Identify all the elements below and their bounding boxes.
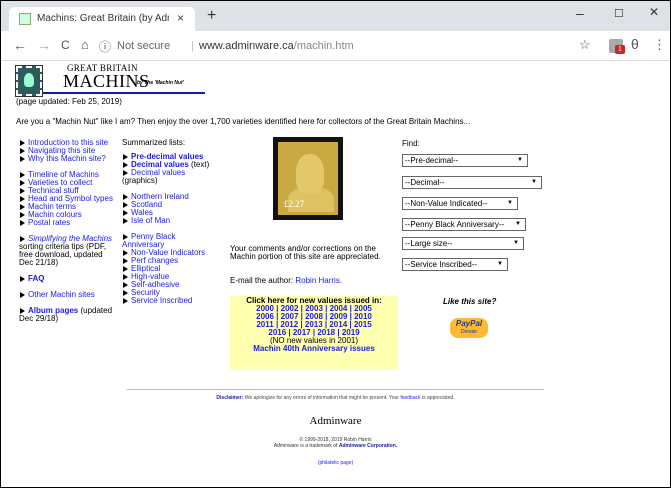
divider xyxy=(127,389,544,390)
graphics-note: (graphics) xyxy=(122,176,158,185)
address-bar[interactable]: ⓘ Not secure | www.adminware.ca/machin.h… xyxy=(95,35,565,57)
chevron-down-icon: ▼ xyxy=(497,261,503,267)
album-updated-date: Dec 29/18) xyxy=(19,314,59,323)
link-philatelic-page[interactable]: (philatelic page) xyxy=(227,460,444,466)
byline: by The 'Machin Nut' xyxy=(137,80,184,86)
reload-icon[interactable]: C xyxy=(61,38,70,52)
browser-tab[interactable]: Machins: Great Britain (by Admin × xyxy=(9,7,195,31)
link-album-pages[interactable]: Album pages xyxy=(28,306,78,315)
link-email-author[interactable]: Robin Harris. xyxy=(295,276,342,285)
link-penny-black[interactable]: Penny Black xyxy=(131,232,175,241)
trademark-text: Adminware is a trademark of xyxy=(273,443,338,449)
close-window-button[interactable]: ✕ xyxy=(649,5,659,19)
paypal-donate-button[interactable]: PayPal Donate xyxy=(450,318,488,338)
link-feedback[interactable]: feedback xyxy=(400,395,420,401)
tab-close-icon[interactable]: × xyxy=(177,11,184,25)
link-adminware-corp[interactable]: Adminware Corporation. xyxy=(339,443,397,449)
favicon-icon xyxy=(19,13,31,25)
url-host: www.adminware.ca xyxy=(199,40,294,52)
home-icon[interactable]: ⌂ xyxy=(81,37,89,52)
link-40th-anniversary[interactable]: Machin 40th Anniversary issues xyxy=(230,345,398,353)
browser-toolbar: ← → C ⌂ ⓘ Not secure | www.adminware.ca/… xyxy=(1,31,670,61)
summarized-heading: Summarized lists: xyxy=(122,138,186,147)
link-postal-rates[interactable]: Postal rates xyxy=(28,218,70,227)
link-isle-of-man[interactable]: Isle of Man xyxy=(131,216,170,225)
url-path: /machin.htm xyxy=(293,40,354,52)
stamp-value: £2.27 xyxy=(284,199,305,209)
intro-text: Are you a "Machin Nut" like I am? Then e… xyxy=(16,117,471,126)
left-nav: Introduction to this site Navigating thi… xyxy=(19,139,123,323)
bookmark-star-icon[interactable]: ☆ xyxy=(579,37,591,53)
link-other-sites[interactable]: Other Machin sites xyxy=(28,290,95,299)
minimize-button[interactable]: – xyxy=(576,5,584,21)
url-separator: | xyxy=(191,40,194,52)
paypal-label: PayPal xyxy=(455,319,483,328)
account-icon[interactable]: θ xyxy=(631,36,639,52)
select-service-inscribed[interactable]: --Service Inscribed-- ▼ xyxy=(402,258,508,271)
email-label: E-mail the author: xyxy=(230,276,294,285)
menu-icon[interactable]: ⋮ xyxy=(653,37,666,53)
disclaimer-text: We apologize for any errors of informati… xyxy=(244,395,399,401)
back-icon[interactable]: ← xyxy=(13,37,27,53)
security-label: Not secure xyxy=(117,40,171,52)
chevron-down-icon: ▼ xyxy=(507,200,513,206)
link-decimal-values-graphics[interactable]: Decimal values xyxy=(131,168,185,177)
info-icon[interactable]: ⓘ xyxy=(99,38,111,55)
link-simplifying[interactable]: Simplifying the Machins xyxy=(28,234,112,243)
new-values-box: Click here for new values issued in: 200… xyxy=(230,296,398,370)
chevron-down-icon: ▼ xyxy=(531,179,537,185)
extension-badge: 1 xyxy=(615,45,625,54)
chevron-down-icon: ▼ xyxy=(517,157,523,163)
decimal-text-note: (text) xyxy=(191,160,210,169)
select-pre-decimal[interactable]: --Pre-decimal-- ▼ xyxy=(402,154,528,167)
chevron-down-icon: ▼ xyxy=(513,240,519,246)
page-updated: (page updated: Feb 25, 2019) xyxy=(16,97,122,106)
web-page: GREAT BRITAIN MACHINS by The 'Machin Nut… xyxy=(1,62,670,487)
new-tab-button[interactable]: + xyxy=(207,7,216,25)
disclaimer-end: is appreciated. xyxy=(422,395,455,401)
email-line: E-mail the author: Robin Harris. xyxy=(230,276,342,285)
find-label: Find: xyxy=(402,139,420,148)
tab-title: Machins: Great Britain (by Admin xyxy=(37,13,169,24)
disclaimer-label: Disclaimer: xyxy=(216,395,244,401)
like-site-label: Like this site? xyxy=(443,297,497,306)
donate-label: Donate xyxy=(460,329,478,335)
select-decimal[interactable]: --Decimal-- ▼ xyxy=(402,176,542,189)
disclaimer: Disclaimer: We apologize for any errors … xyxy=(127,395,544,401)
link-faq[interactable]: FAQ xyxy=(28,274,44,283)
tab-strip: Machins: Great Britain (by Admin × + – ☐… xyxy=(1,1,670,31)
link-why-machin[interactable]: Why this Machin site? xyxy=(28,154,106,163)
select-penny-black-anniversary[interactable]: --Penny Black Anniversary-- ▼ xyxy=(402,218,526,231)
logo-underline xyxy=(43,92,205,94)
summarized-lists: Summarized lists: Pre-decimal values Dec… xyxy=(122,139,228,305)
browser-window: Machins: Great Britain (by Admin × + – ☐… xyxy=(1,1,670,487)
maximize-button[interactable]: ☐ xyxy=(614,7,624,20)
simplifying-desc-3: Dec 21/18) xyxy=(19,258,59,267)
comments-text: Your comments and/or corrections on the … xyxy=(230,244,381,261)
adminware-logo[interactable]: Adminware xyxy=(250,415,421,427)
machin-stamp-image: £2.27 xyxy=(273,137,343,220)
forward-icon[interactable]: → xyxy=(37,37,51,53)
machin-logo-stamp-icon xyxy=(15,65,43,97)
copyright: © 1999-2018, 2019 Robin Harris Adminware… xyxy=(227,437,444,449)
select-non-value-indicated[interactable]: --Non-Value Indicated-- ▼ xyxy=(402,197,518,210)
url-text: www.adminware.ca/machin.htm xyxy=(199,40,354,52)
select-large-size[interactable]: --Large size-- ▼ xyxy=(402,237,524,250)
chevron-down-icon: ▼ xyxy=(515,221,521,227)
album-updated: (updated xyxy=(80,306,113,315)
link-service-inscribed[interactable]: Service Inscribed xyxy=(131,296,192,305)
screen-frame: Machins: Great Britain (by Admin × + – ☐… xyxy=(0,0,671,488)
